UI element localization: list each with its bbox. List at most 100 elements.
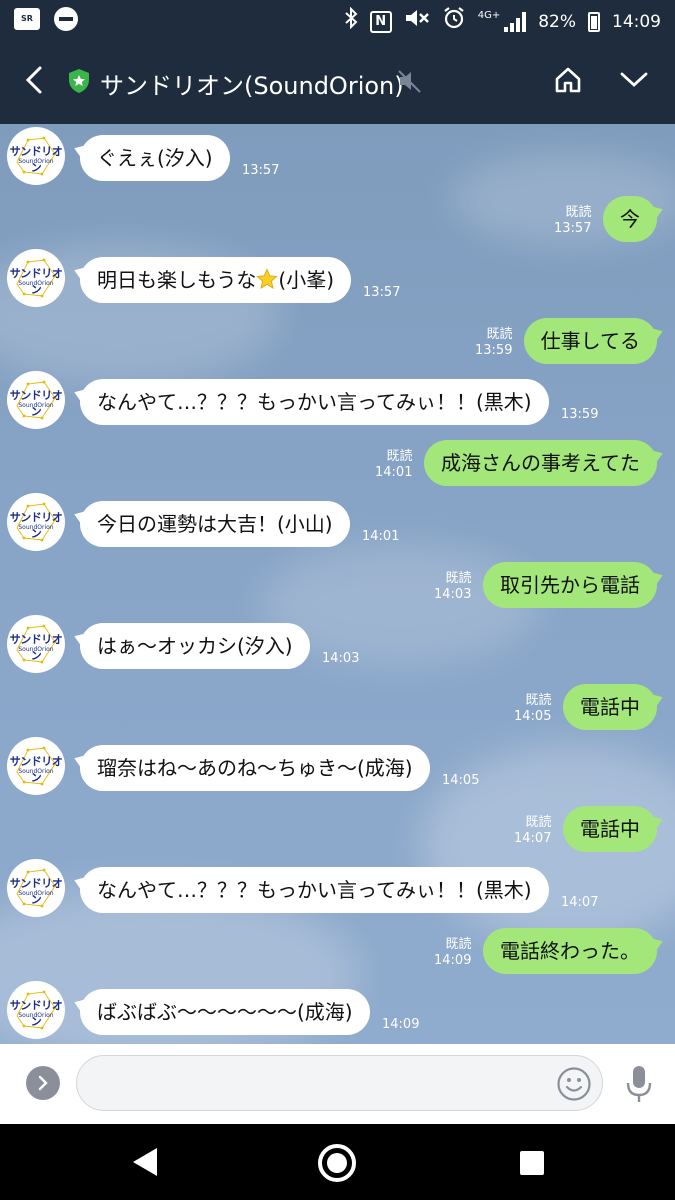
avatar[interactable]: サンドリオン SoundOrion [7,371,65,429]
battery-icon [588,11,600,32]
read-receipt: 既読 [565,205,592,220]
avatar[interactable]: サンドリオン SoundOrion [7,859,65,917]
message-meta: 既読 13:59 [475,327,512,359]
do-not-disturb-icon [54,7,78,31]
message-meta: 既読 14:01 [375,449,412,481]
message-time: 13:59 [475,343,513,358]
message-bubble[interactable]: 取引先から電話 [483,562,657,608]
message-bubble[interactable]: 電話中 [563,684,657,730]
message-text: 仕事してる [540,329,640,353]
avatar[interactable]: サンドリオン SoundOrion [7,981,65,1039]
avatar-sublabel: SoundOrion [18,402,54,409]
status-bar: SR N 4G+ 82% 14:09 [0,0,675,38]
home-button[interactable] [548,60,588,100]
system-nav-bar [0,1124,675,1200]
message-input[interactable] [76,1055,603,1111]
alarm-icon [442,6,466,37]
avatar-sublabel: SoundOrion [18,890,54,897]
message-time: 14:03 [434,587,472,602]
star-emoji-icon [256,268,279,289]
avatar-sublabel: SoundOrion [18,646,54,653]
message-time: 14:05 [442,773,480,788]
chevron-left-icon [25,66,42,94]
message-bubble[interactable]: 仕事してる [523,318,657,364]
nav-back-icon[interactable] [130,1146,160,1178]
message-time: 14:07 [514,831,552,846]
message-text: 今 [620,207,640,231]
message-text: 今日の運勢は大吉！(小山) [97,512,333,536]
message-text: なんやて…？？？もっかい言ってみぃ！！(黒木) [97,390,532,414]
avatar-sublabel: SoundOrion [18,280,54,287]
message-text: なんやて…？？？もっかい言ってみぃ！！(黒木) [97,878,532,902]
message-bubble[interactable]: はぁ〜オッカシ(汐入) [80,623,310,669]
message-text: 成海さんの事考えてた [441,451,640,475]
read-receipt: 既読 [386,449,413,464]
read-receipt: 既読 [525,815,552,830]
avatar[interactable]: サンドリオン SoundOrion [7,493,65,551]
message-bubble[interactable]: なんやて…？？？もっかい言ってみぃ！！(黒木) [80,379,549,425]
microphone-icon[interactable] [624,1064,654,1104]
message-bubble[interactable]: 今日の運勢は大吉！(小山) [80,501,350,547]
chevron-right-icon [38,1075,48,1091]
avatar[interactable]: サンドリオン SoundOrion [7,249,65,307]
avatar-sublabel: SoundOrion [18,768,54,775]
message-time: 14:01 [375,465,413,480]
message-text: 電話終わった。 [500,939,640,963]
message-meta: 既読 14:09 [434,937,471,969]
message-bubble[interactable]: ばぶばぶ〜〜〜〜〜〜(成海) [80,989,370,1035]
message-time: 14:09 [382,1017,420,1032]
message-bubble[interactable]: 電話中 [563,806,657,852]
smiley-icon[interactable] [556,1066,592,1102]
message-meta: 既読 14:03 [434,571,471,603]
message-text: 明日も楽しもうな [97,268,257,292]
read-receipt: 既読 [445,937,472,952]
message-time: 14:09 [434,953,472,968]
message-time: 13:57 [554,221,592,236]
message-time: 13:57 [363,285,401,300]
home-icon [555,67,581,93]
status-right: N 4G+ 82% 14:09 [344,6,661,37]
message-bubble[interactable]: 今 [603,196,657,242]
avatar[interactable]: サンドリオン SoundOrion [7,615,65,673]
nfc-icon: N [369,10,392,33]
clock: 14:09 [612,11,661,32]
message-meta: 既読 14:07 [514,815,551,847]
avatar-sublabel: SoundOrion [18,524,54,531]
message-time: 14:05 [514,709,552,724]
menu-dropdown-button[interactable] [612,60,656,100]
message-meta: 既読 13:57 [554,205,591,237]
avatar-sublabel: SoundOrion [18,1012,54,1019]
read-receipt: 既読 [486,327,513,342]
back-button[interactable] [14,60,54,100]
chat-area[interactable]: サンドリオン SoundOrion ぐえぇ(汐入) 13:57 今既読 13:57 サンドリ… [0,124,675,1044]
nav-home-icon[interactable] [318,1144,356,1182]
input-bar [0,1044,675,1124]
nav-recents-icon[interactable] [520,1151,544,1175]
message-bubble[interactable]: 瑠奈はね〜あのね〜ちゅき〜(成海) [80,745,430,791]
status-left: SR [14,7,78,31]
message-time: 13:57 [242,163,280,178]
message-text: 電話中 [580,817,640,841]
message-text: ぐえぇ(汐入) [97,146,213,170]
message-time: 13:59 [561,407,599,422]
message-text: 取引先から電話 [500,573,640,597]
message-text: (小峯) [278,268,335,292]
bluetooth-icon [344,6,358,36]
signal-icon [504,11,527,32]
message-bubble[interactable]: 成海さんの事考えてた [424,440,657,486]
message-text: ばぶばぶ〜〜〜〜〜〜(成海) [97,1000,353,1024]
avatar-sublabel: SoundOrion [18,158,54,165]
message-bubble[interactable]: ぐえぇ(汐入) [80,135,230,181]
speaker-muted-icon [398,70,421,93]
avatar[interactable]: サンドリオン SoundOrion [7,127,65,185]
message-bubble[interactable]: 電話終わった。 [483,928,657,974]
message-time: 14:01 [362,529,400,544]
message-bubble[interactable]: なんやて…？？？もっかい言ってみぃ！！(黒木) [80,867,549,913]
chevron-down-icon [620,72,648,87]
message-bubble[interactable]: 明日も楽しもうな (小峯) [80,257,352,303]
chat-title: サンドリオン(SoundOrion) [100,72,404,100]
avatar[interactable]: サンドリオン SoundOrion [7,737,65,795]
expand-button[interactable] [26,1066,60,1100]
message-text: 電話中 [580,695,640,719]
message-text: はぁ〜オッカシ(汐入) [97,634,293,658]
